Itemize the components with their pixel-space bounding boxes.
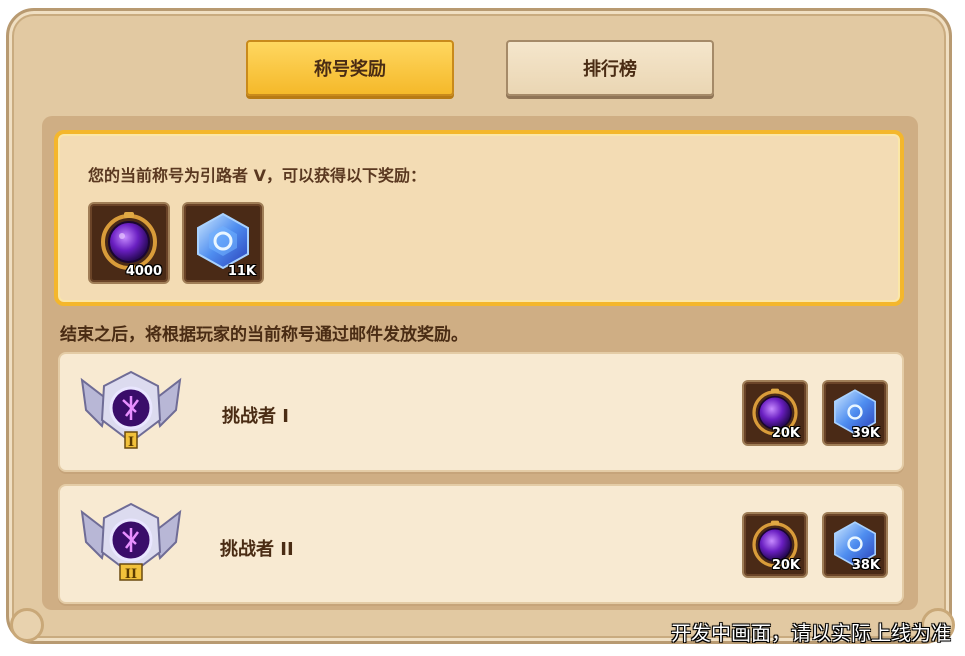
notice-text: 结束之后，将根据玩家的当前称号通过邮件发放奖励。 <box>60 325 468 345</box>
reward-count: 4000 <box>125 264 162 279</box>
rank-reward-crystal[interactable]: 38K <box>822 512 888 578</box>
reward-count: 38K <box>851 558 880 573</box>
rank-name: 挑战者 II <box>220 539 294 560</box>
svg-text:I: I <box>128 435 134 450</box>
svg-text:II: II <box>125 567 137 582</box>
current-title-text: 您的当前称号为引路者 V，可以获得以下奖励： <box>88 166 426 185</box>
challenger-badge-icon: II <box>80 502 182 582</box>
rank-reward-orb[interactable]: 20K <box>742 512 808 578</box>
tab-label: 称号奖励 <box>314 59 386 80</box>
tab-title-rewards[interactable]: 称号奖励 <box>246 40 454 96</box>
tab-label: 排行榜 <box>583 59 637 80</box>
rank-name: 挑战者 I <box>222 406 289 427</box>
reward-item-crystal[interactable]: 11K <box>182 202 264 284</box>
challenger-badge-icon: I <box>80 370 182 450</box>
rank-reward-crystal[interactable]: 39K <box>822 380 888 446</box>
rank-reward-orb[interactable]: 20K <box>742 380 808 446</box>
corner-ornament-left <box>10 608 44 642</box>
reward-count: 11K <box>227 264 256 279</box>
dev-watermark: 开发中画面，请以实际上线为准 <box>671 621 951 645</box>
reward-count: 39K <box>851 426 880 441</box>
tab-leaderboard[interactable]: 排行榜 <box>506 40 714 96</box>
reward-item-orb[interactable]: 4000 <box>88 202 170 284</box>
reward-count: 20K <box>771 558 800 573</box>
reward-count: 20K <box>771 426 800 441</box>
